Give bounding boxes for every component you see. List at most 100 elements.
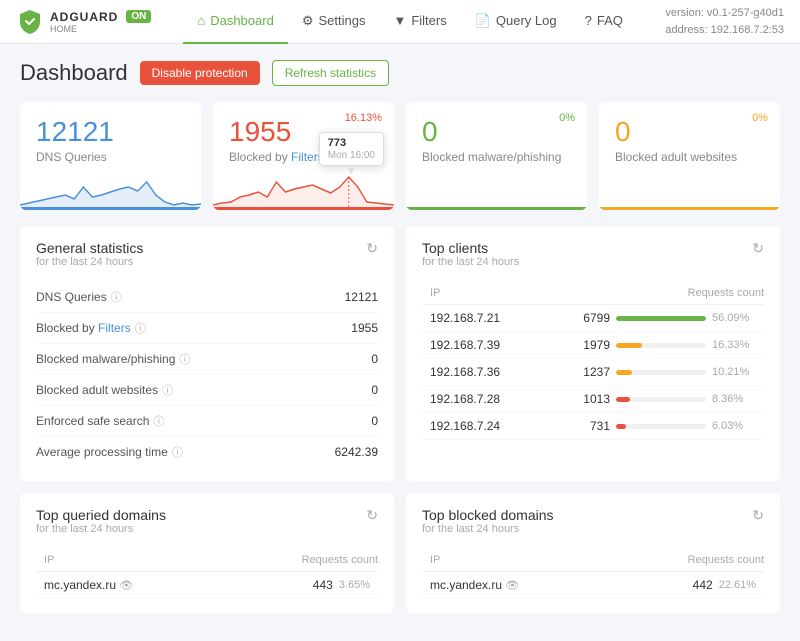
safe-search-help-icon[interactable]: ⓘ bbox=[153, 413, 164, 429]
page-content: Dashboard Disable protection Refresh sta… bbox=[0, 44, 800, 641]
client-count-4: 731 bbox=[572, 419, 610, 433]
blocked-malware-card: 0 Blocked malware/phishing 0% bbox=[406, 102, 587, 210]
client-ip-0: 192.168.7.21 bbox=[422, 305, 525, 332]
refresh-statistics-button[interactable]: Refresh statistics bbox=[272, 60, 389, 86]
blocked-adult-card: 0 Blocked adult websites 0% bbox=[599, 102, 780, 210]
processing-help-icon[interactable]: ⓘ bbox=[172, 444, 183, 460]
gen-row-processing: Average processing time ⓘ 6242.39 bbox=[36, 437, 378, 467]
table-row: 192.168.7.24 731 6.03% bbox=[422, 413, 764, 440]
top-queried-col-requests: Requests count bbox=[226, 549, 378, 572]
client-bar-0 bbox=[616, 316, 706, 321]
top-blocked-table: IP Requests count mc.yandex.ru 👁 442 bbox=[422, 549, 764, 599]
dns-help-icon[interactable]: ⓘ bbox=[111, 289, 122, 305]
general-stats-panel: General statistics for the last 24 hours… bbox=[20, 226, 394, 481]
adult-row-label: Blocked adult websites bbox=[36, 383, 158, 397]
logo-shield-icon bbox=[16, 8, 44, 36]
general-stats-table: DNS Queries ⓘ 12121 Blocked by Filters ⓘ… bbox=[36, 282, 378, 467]
page-title: Dashboard bbox=[20, 60, 128, 86]
top-queried-panel: Top queried domains for the last 24 hour… bbox=[20, 493, 394, 613]
dns-queries-row-value: 12121 bbox=[345, 290, 378, 304]
top-blocked-col-ip: IP bbox=[422, 549, 612, 572]
settings-icon: ⚙ bbox=[302, 13, 314, 29]
top-clients-subtitle: for the last 24 hours bbox=[422, 256, 519, 268]
blocked-count-0: 442 bbox=[693, 578, 713, 592]
malware-help-icon[interactable]: ⓘ bbox=[179, 351, 190, 367]
general-stats-refresh-icon[interactable]: ↻ bbox=[366, 240, 378, 257]
blocked-ip-0: mc.yandex.ru 👁 bbox=[422, 572, 612, 599]
eye-icon-queried-0[interactable]: 👁 bbox=[119, 580, 133, 592]
nav-querylog[interactable]: 📄 Query Log bbox=[461, 0, 571, 44]
malware-row-value: 0 bbox=[371, 352, 378, 366]
blocked-adult-percent: 0% bbox=[752, 112, 768, 124]
blocked-filters-percent: 16.13% bbox=[345, 112, 382, 124]
top-blocked-refresh-icon[interactable]: ↻ bbox=[752, 507, 764, 524]
filters-table-link[interactable]: Filters bbox=[98, 321, 131, 335]
adult-help-icon[interactable]: ⓘ bbox=[162, 382, 173, 398]
table-row: mc.yandex.ru 👁 442 22.61% bbox=[422, 572, 764, 599]
blocked-chart-area bbox=[213, 167, 394, 207]
blocked-malware-number: 0 bbox=[422, 116, 571, 148]
blocked-malware-label: Blocked malware/phishing bbox=[422, 150, 571, 164]
table-row: 192.168.7.36 1237 10.21% bbox=[422, 359, 764, 386]
top-queried-refresh-icon[interactable]: ↻ bbox=[366, 507, 378, 524]
gen-row-safe-search: Enforced safe search ⓘ 0 bbox=[36, 406, 378, 437]
blocked-filters-accent-bar bbox=[213, 207, 394, 210]
main-nav: ⌂ Dashboard ⚙ Settings ▼ Filters 📄 Query… bbox=[183, 0, 665, 44]
client-count-0: 6799 bbox=[572, 311, 610, 325]
table-row: 192.168.7.39 1979 16.33% bbox=[422, 332, 764, 359]
gen-row-blocked-filters: Blocked by Filters ⓘ 1955 bbox=[36, 313, 378, 344]
client-pct-1: 16.33% bbox=[712, 339, 756, 351]
safe-search-row-value: 0 bbox=[371, 414, 378, 428]
client-pct-2: 10.21% bbox=[712, 366, 756, 378]
blocked-pct-0: 22.61% bbox=[719, 579, 756, 591]
top-queried-subtitle: for the last 24 hours bbox=[36, 523, 166, 535]
top-clients-refresh-icon[interactable]: ↻ bbox=[752, 240, 764, 257]
home-icon: ⌂ bbox=[197, 13, 205, 28]
eye-icon-blocked-0[interactable]: 👁 bbox=[505, 580, 519, 592]
top-queried-col-ip: IP bbox=[36, 549, 226, 572]
blocked-malware-percent: 0% bbox=[559, 112, 575, 124]
top-blocked-col-requests: Requests count bbox=[612, 549, 764, 572]
top-clients-col-ip: IP bbox=[422, 282, 525, 305]
top-queried-table: IP Requests count mc.yandex.ru 👁 443 bbox=[36, 549, 378, 599]
logo-home: HOME bbox=[50, 24, 151, 34]
nav-settings[interactable]: ⚙ Settings bbox=[288, 0, 380, 44]
bottom-panels: Top queried domains for the last 24 hour… bbox=[20, 493, 780, 613]
general-stats-subtitle: for the last 24 hours bbox=[36, 256, 143, 268]
logo: ADGUARD ON HOME bbox=[16, 8, 151, 36]
queried-count-0: 443 bbox=[313, 578, 333, 592]
nav-dashboard[interactable]: ⌂ Dashboard bbox=[183, 0, 287, 44]
client-count-3: 1013 bbox=[572, 392, 610, 406]
filter-icon: ▼ bbox=[393, 13, 406, 28]
table-row: 192.168.7.21 6799 56.09% bbox=[422, 305, 764, 332]
client-bar-2 bbox=[616, 370, 706, 375]
client-pct-3: 8.36% bbox=[712, 393, 756, 405]
version-text: version: v0.1-257-g40d1 bbox=[665, 5, 784, 22]
safe-search-row-label: Enforced safe search bbox=[36, 414, 149, 428]
nav-filters[interactable]: ▼ Filters bbox=[379, 0, 460, 44]
client-pct-4: 6.03% bbox=[712, 420, 756, 432]
blocked-filters-help-icon[interactable]: ⓘ bbox=[135, 320, 146, 336]
client-ip-3: 192.168.7.28 bbox=[422, 386, 525, 413]
blocked-adult-number: 0 bbox=[615, 116, 764, 148]
nav-faq[interactable]: ? FAQ bbox=[571, 0, 637, 44]
adult-row-value: 0 bbox=[371, 383, 378, 397]
client-count-2: 1237 bbox=[572, 365, 610, 379]
gen-row-malware: Blocked malware/phishing ⓘ 0 bbox=[36, 344, 378, 375]
blocked-adult-label: Blocked adult websites bbox=[615, 150, 764, 164]
client-bar-1 bbox=[616, 343, 706, 348]
on-badge: ON bbox=[126, 10, 151, 23]
dns-queries-label: DNS Queries bbox=[36, 150, 185, 164]
table-row: 192.168.7.28 1013 8.36% bbox=[422, 386, 764, 413]
client-ip-2: 192.168.7.36 bbox=[422, 359, 525, 386]
faq-icon: ? bbox=[585, 13, 592, 28]
top-clients-title: Top clients bbox=[422, 240, 519, 256]
top-queried-header: Top queried domains for the last 24 hour… bbox=[36, 507, 378, 545]
blocked-filters-row-value: 1955 bbox=[351, 321, 378, 335]
top-blocked-title: Top blocked domains bbox=[422, 507, 554, 523]
processing-row-label: Average processing time bbox=[36, 445, 168, 459]
dns-queries-accent-bar bbox=[20, 207, 201, 210]
top-blocked-panel: Top blocked domains for the last 24 hour… bbox=[406, 493, 780, 613]
disable-protection-button[interactable]: Disable protection bbox=[140, 61, 260, 85]
top-queried-title: Top queried domains bbox=[36, 507, 166, 523]
